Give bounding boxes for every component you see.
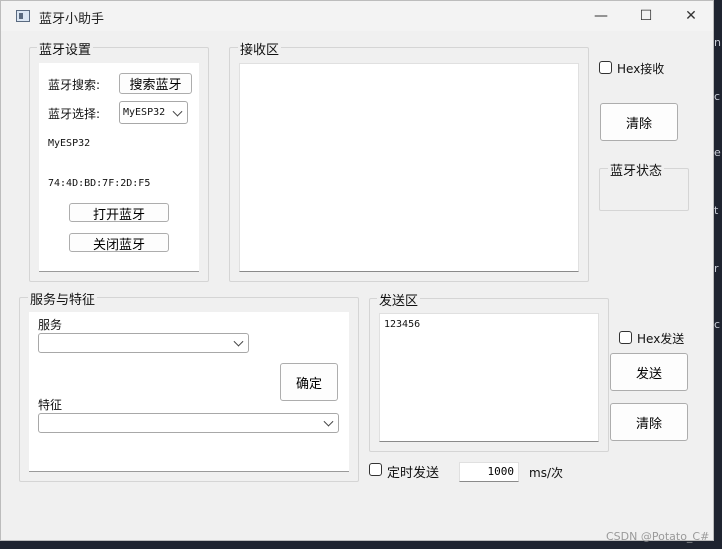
send-title: 发送区 [377, 290, 421, 309]
device-select[interactable]: MyESP32 [119, 101, 188, 124]
receive-title: 接收区 [238, 39, 282, 58]
characteristic-label: 特征 [38, 398, 63, 412]
close-bluetooth-button[interactable]: 关闭蓝牙 [69, 233, 169, 253]
background-text: c [714, 90, 721, 103]
timed-send-checkbox[interactable] [369, 463, 382, 476]
window-title: 蓝牙小助手 [39, 12, 105, 27]
search-label: 蓝牙搜索: [48, 78, 101, 92]
receive-clear-button[interactable]: 清除 [600, 103, 678, 141]
hex-receive-checkbox[interactable] [599, 61, 612, 74]
hex-send-label: Hex发送 [637, 332, 685, 346]
search-bluetooth-button[interactable]: 搜索蓝牙 [119, 73, 192, 94]
interval-unit: ms/次 [529, 466, 563, 480]
background-text: t [714, 204, 719, 217]
device-mac: 74:4D:BD:7F:2D:F5 [48, 178, 151, 189]
hex-receive-label: Hex接收 [617, 62, 665, 76]
hex-send-checkbox[interactable] [619, 331, 632, 344]
send-button[interactable]: 发送 [610, 353, 688, 391]
characteristic-select[interactable] [38, 413, 339, 433]
close-button[interactable]: ✕ [668, 1, 714, 31]
background-text: e [714, 146, 721, 159]
bt-status-title: 蓝牙状态 [608, 160, 665, 179]
app-icon [16, 10, 30, 22]
service-select[interactable] [38, 333, 249, 353]
chevron-down-icon [323, 416, 334, 427]
background-text: r [714, 262, 719, 275]
service-label: 服务 [38, 318, 63, 332]
send-text: 123456 [384, 319, 421, 330]
chevron-down-icon [172, 106, 183, 117]
send-clear-button[interactable]: 清除 [610, 403, 688, 441]
services-panel: 服务 确定 特征 [29, 312, 349, 472]
app-window: 蓝牙小助手 — ☐ ✕ 蓝牙设置 蓝牙搜索: 搜索蓝牙 蓝牙选择: MyESP3… [0, 0, 714, 543]
timed-send-label: 定时发送 [387, 466, 440, 481]
minimize-button[interactable]: — [578, 1, 624, 31]
chevron-down-icon [233, 336, 244, 347]
bt-settings-panel: 蓝牙搜索: 搜索蓝牙 蓝牙选择: MyESP32 MyESP32 74:4D:B… [39, 63, 199, 272]
select-label: 蓝牙选择: [48, 107, 101, 121]
open-bluetooth-button[interactable]: 打开蓝牙 [69, 203, 169, 223]
send-textarea[interactable]: 123456 [379, 313, 599, 442]
device-name: MyESP32 [48, 138, 91, 149]
background-text: n [714, 36, 721, 49]
title-bar[interactable]: 蓝牙小助手 — ☐ ✕ [1, 1, 713, 31]
confirm-button[interactable]: 确定 [280, 363, 338, 401]
services-title: 服务与特征 [28, 289, 98, 308]
watermark: CSDN @Potato_C# [606, 530, 710, 543]
background-text: c [714, 318, 721, 331]
bt-settings-title: 蓝牙设置 [37, 39, 94, 58]
interval-input[interactable]: 1000 [459, 462, 519, 482]
maximize-button[interactable]: ☐ [623, 1, 669, 31]
device-select-value: MyESP32 [123, 107, 166, 118]
receive-textarea[interactable] [239, 63, 579, 272]
